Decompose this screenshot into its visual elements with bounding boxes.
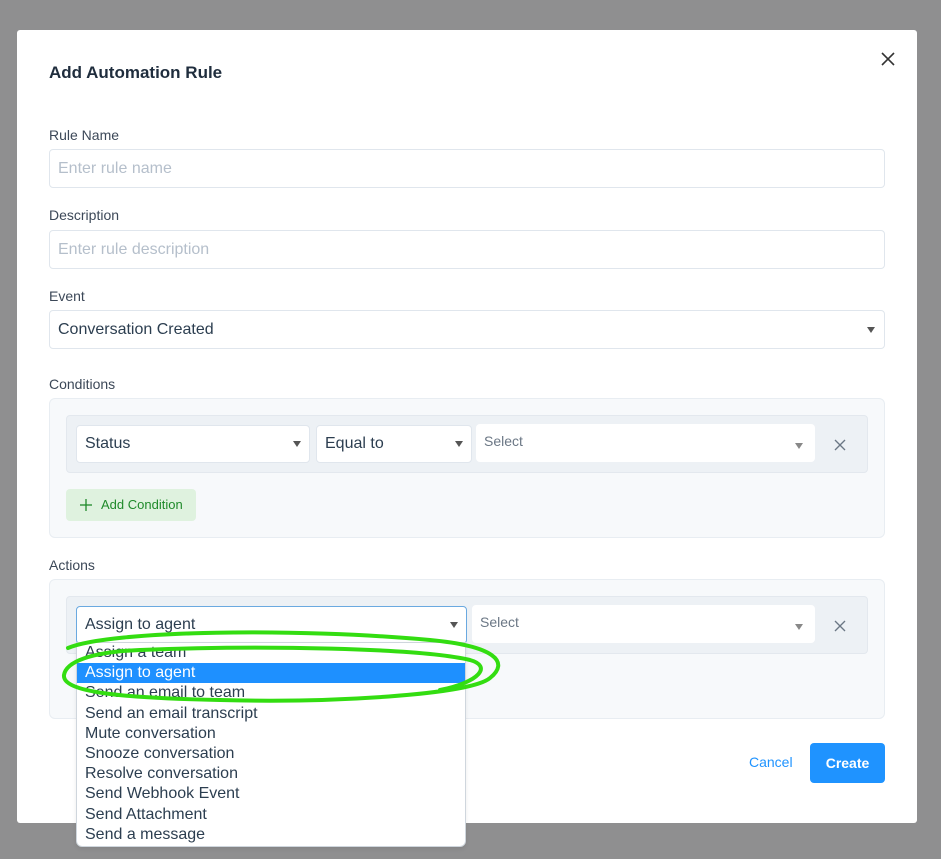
dropdown-option[interactable]: Mute conversation bbox=[77, 724, 465, 744]
description-label: Description bbox=[49, 207, 120, 223]
actions-label: Actions bbox=[49, 557, 95, 573]
add-condition-button[interactable]: Add Condition bbox=[66, 489, 196, 521]
condition-attribute-value: Status bbox=[85, 435, 131, 452]
event-select[interactable]: Conversation Created bbox=[49, 310, 885, 349]
close-icon bbox=[834, 439, 846, 451]
remove-action-button[interactable] bbox=[832, 618, 848, 634]
dropdown-option-selected[interactable]: Assign to agent bbox=[77, 663, 465, 684]
dropdown-option[interactable]: Send Attachment bbox=[77, 805, 465, 825]
action-type-dropdown: Assign a team Assign to agent Send an em… bbox=[76, 642, 466, 847]
caret-down-icon bbox=[867, 327, 875, 333]
dropdown-option[interactable]: Send a message bbox=[77, 825, 465, 845]
event-select-value: Conversation Created bbox=[58, 321, 214, 338]
close-icon bbox=[881, 52, 895, 66]
caret-down-icon bbox=[455, 441, 463, 447]
remove-condition-button[interactable] bbox=[832, 437, 848, 453]
dropdown-option[interactable]: Assign a team bbox=[77, 643, 465, 663]
cancel-button[interactable]: Cancel bbox=[749, 754, 793, 770]
modal-title: Add Automation Rule bbox=[49, 63, 223, 82]
condition-value-placeholder: Select bbox=[484, 433, 523, 449]
conditions-label: Conditions bbox=[49, 376, 116, 392]
dropdown-option[interactable]: Send an email transcript bbox=[77, 704, 465, 724]
dropdown-option[interactable]: Send an email to team bbox=[77, 683, 465, 703]
caret-down-icon bbox=[450, 622, 458, 628]
caret-down-icon bbox=[795, 443, 803, 449]
caret-down-icon bbox=[795, 624, 803, 630]
dropdown-option[interactable]: Send Webhook Event bbox=[77, 784, 465, 804]
caret-down-icon bbox=[293, 441, 301, 447]
rule-name-input[interactable] bbox=[49, 149, 885, 188]
condition-operator-value: Equal to bbox=[325, 435, 384, 452]
add-condition-label: Add Condition bbox=[101, 497, 183, 512]
condition-operator-select[interactable]: Equal to bbox=[316, 425, 472, 463]
dropdown-option[interactable]: Resolve conversation bbox=[77, 764, 465, 784]
condition-attribute-select[interactable]: Status bbox=[76, 425, 310, 463]
plus-icon bbox=[80, 499, 92, 511]
rule-name-label: Rule Name bbox=[49, 127, 120, 143]
action-value-placeholder: Select bbox=[480, 614, 519, 630]
action-type-select[interactable]: Assign to agent bbox=[76, 606, 467, 644]
action-value-select[interactable]: Select bbox=[472, 605, 815, 643]
event-label: Event bbox=[49, 288, 85, 304]
close-button[interactable] bbox=[877, 48, 899, 70]
conditions-box: Status Equal to Select Add Condition bbox=[49, 398, 885, 538]
create-button[interactable]: Create bbox=[810, 743, 885, 783]
close-icon bbox=[834, 620, 846, 632]
action-type-value: Assign to agent bbox=[85, 616, 196, 633]
description-input[interactable] bbox=[49, 230, 885, 269]
condition-row: Status Equal to Select bbox=[66, 415, 868, 473]
dropdown-option[interactable]: Snooze conversation bbox=[77, 744, 465, 764]
condition-value-select[interactable]: Select bbox=[476, 424, 815, 462]
